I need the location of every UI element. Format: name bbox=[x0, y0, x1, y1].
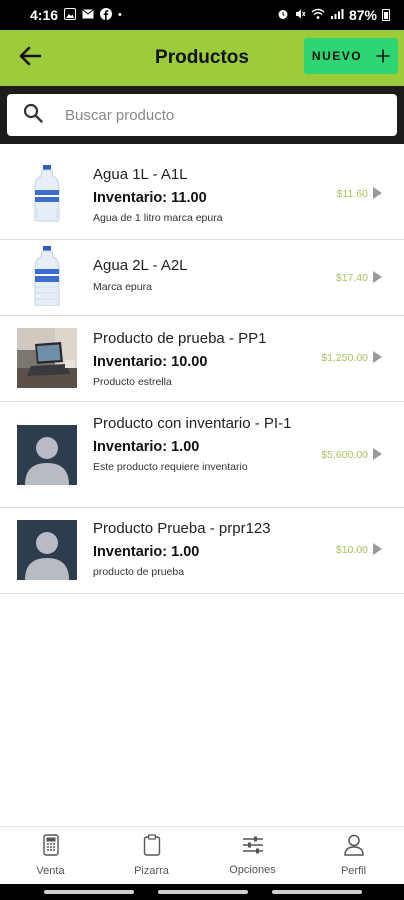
signal-icon bbox=[330, 8, 344, 23]
product-price: $11.60 bbox=[336, 188, 368, 200]
battery-icon bbox=[382, 9, 390, 21]
list-item[interactable]: Producto con inventario - PI-1 Inventari… bbox=[0, 402, 404, 508]
caret-right-icon bbox=[373, 351, 382, 363]
product-description: Agua de 1 litro marca epura bbox=[93, 212, 223, 224]
gallery-icon bbox=[64, 7, 77, 23]
caret-right-icon bbox=[373, 543, 382, 555]
wifi-icon bbox=[311, 8, 325, 23]
placeholder-avatar-image bbox=[17, 425, 77, 485]
back-button[interactable] bbox=[0, 30, 60, 86]
caret-right-icon bbox=[373, 448, 382, 460]
bottom-nav: Venta Pizarra Opciones Perfil bbox=[0, 826, 404, 884]
search-icon bbox=[23, 103, 43, 128]
search-box[interactable] bbox=[7, 94, 397, 136]
product-inventory: Inventario: 1.00 bbox=[93, 544, 200, 560]
plus-icon bbox=[376, 45, 390, 67]
system-gesture-bar bbox=[0, 884, 404, 900]
product-inventory: Inventario: 11.00 bbox=[93, 190, 207, 206]
product-inventory: Inventario: 10.00 bbox=[93, 354, 208, 370]
battery-percent: 87% bbox=[348, 7, 377, 23]
gesture-handle bbox=[44, 890, 134, 894]
product-price: $17.40 bbox=[335, 272, 368, 284]
search-input[interactable] bbox=[65, 106, 397, 124]
product-name: Producto Prueba - prpr123 bbox=[93, 520, 271, 537]
product-list: Agua 1L - A1L Inventario: 11.00 Agua de … bbox=[0, 146, 404, 594]
nav-label: Venta bbox=[36, 865, 65, 877]
product-description: Este producto requiere inventario bbox=[93, 461, 248, 473]
laptop-photo-image bbox=[17, 328, 77, 388]
app-header: Productos NUEVO bbox=[0, 30, 404, 86]
nav-opciones[interactable]: Opciones bbox=[202, 827, 303, 884]
product-name: Agua 2L - A2L bbox=[93, 257, 188, 274]
search-bar bbox=[0, 86, 404, 144]
new-button-label: NUEVO bbox=[311, 49, 363, 63]
sliders-icon bbox=[242, 835, 264, 860]
clipboard-icon bbox=[143, 834, 161, 861]
caret-right-icon bbox=[373, 271, 382, 283]
register-icon bbox=[42, 834, 59, 861]
mute-icon bbox=[294, 8, 306, 23]
status-time: 4:16 bbox=[30, 7, 59, 23]
caret-right-icon bbox=[373, 187, 382, 199]
product-description: producto de prueba bbox=[93, 566, 185, 578]
gesture-handle bbox=[272, 890, 362, 894]
list-item[interactable]: Agua 2L - A2L Marca epura $17.40 bbox=[0, 240, 404, 316]
list-item[interactable]: Producto de prueba - PP1 Inventario: 10.… bbox=[0, 316, 404, 402]
product-name: Agua 1L - A1L bbox=[93, 166, 188, 183]
nav-label: Opciones bbox=[229, 864, 276, 876]
nav-perfil[interactable]: Perfil bbox=[303, 827, 404, 884]
product-price: $10.00 bbox=[335, 544, 368, 556]
arrow-left-icon bbox=[19, 46, 42, 71]
list-item[interactable]: Agua 1L - A1L Inventario: 11.00 Agua de … bbox=[0, 146, 404, 240]
person-icon bbox=[343, 834, 365, 861]
product-description: Producto estrella bbox=[93, 376, 172, 388]
water-bottle-image bbox=[17, 163, 77, 223]
gesture-handle bbox=[158, 890, 248, 894]
nav-pizarra[interactable]: Pizarra bbox=[101, 827, 202, 884]
nav-label: Perfil bbox=[340, 865, 367, 877]
product-inventory: Inventario: 1.00 bbox=[93, 439, 200, 455]
product-name: Producto de prueba - PP1 bbox=[93, 330, 267, 347]
nav-venta[interactable]: Venta bbox=[0, 827, 101, 884]
placeholder-avatar-image bbox=[17, 520, 77, 580]
status-bar: 4:16 • 87% bbox=[0, 0, 404, 30]
product-price: $1,250.00 bbox=[321, 352, 368, 364]
product-description: Marca epura bbox=[93, 281, 152, 293]
product-price: $5,600.00 bbox=[321, 449, 368, 461]
nav-label: Pizarra bbox=[134, 865, 169, 877]
list-item[interactable]: Producto Prueba - prpr123 Inventario: 1.… bbox=[0, 508, 404, 594]
mail-icon bbox=[82, 8, 94, 22]
alarm-icon bbox=[277, 8, 289, 23]
new-product-button[interactable]: NUEVO bbox=[304, 38, 398, 74]
product-name: Producto con inventario - PI-1 bbox=[93, 415, 292, 432]
dot-icon: • bbox=[118, 8, 122, 21]
facebook-icon bbox=[100, 7, 113, 23]
water-bottle-image bbox=[17, 246, 77, 306]
